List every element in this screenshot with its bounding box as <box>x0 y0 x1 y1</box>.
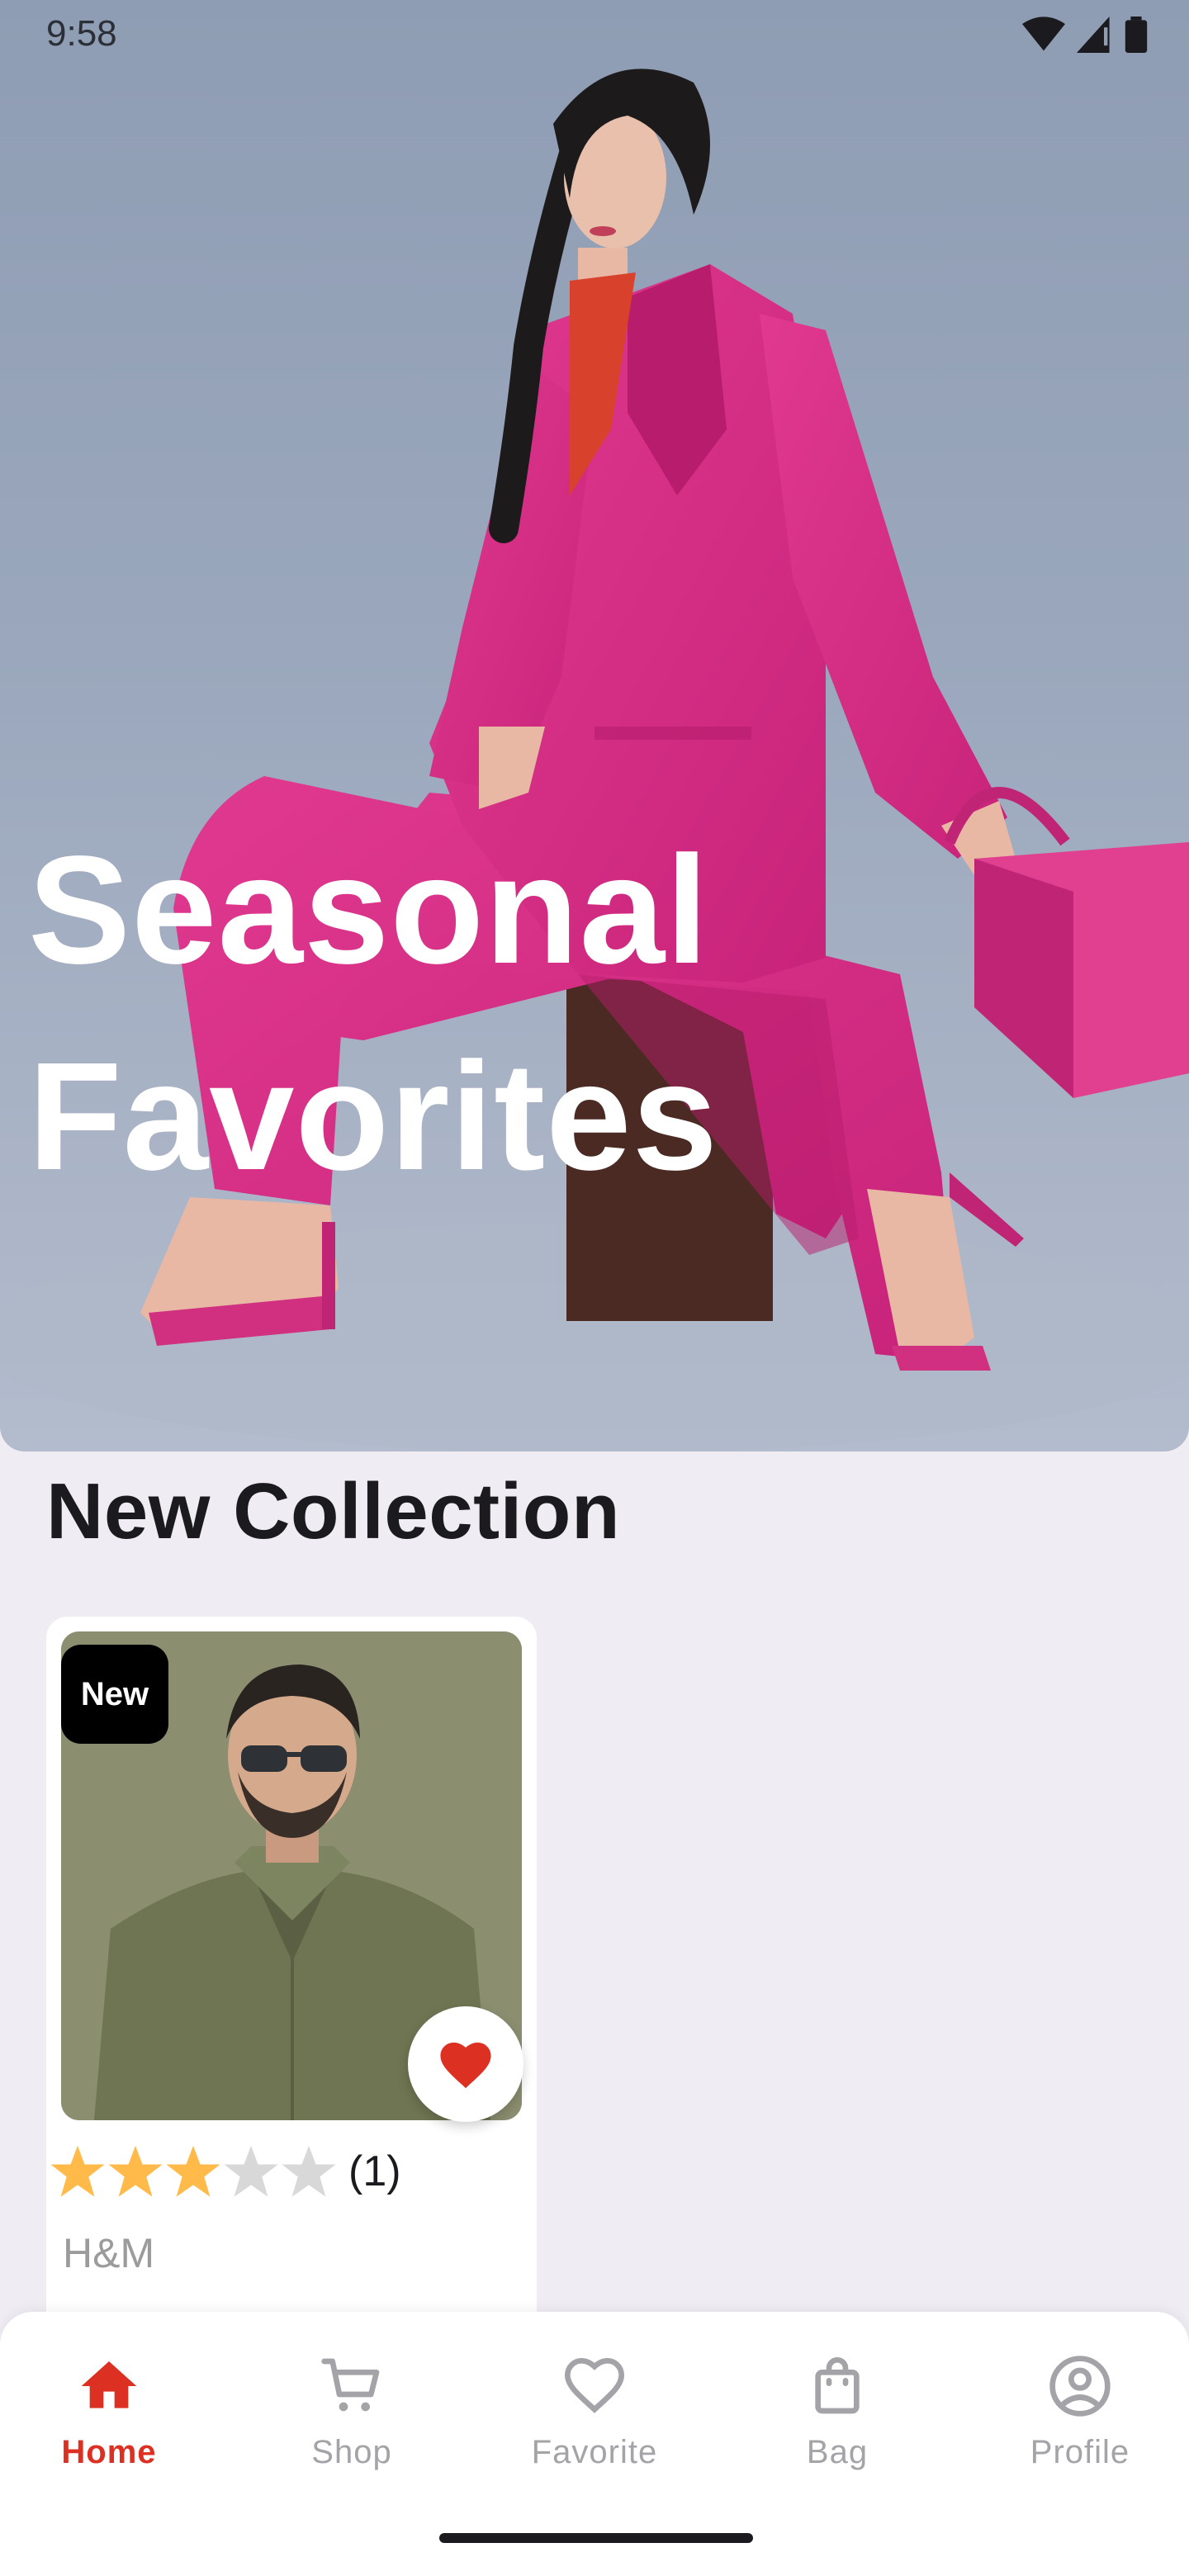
hero-title-line1: Seasonal <box>28 825 709 996</box>
star-filled-icon <box>166 2145 220 2197</box>
heart-outline-icon <box>564 2357 625 2413</box>
rating-count: (1) <box>348 2147 401 2195</box>
status-bar: 9:58 <box>0 0 1189 68</box>
status-icons <box>1022 17 1148 53</box>
bag-icon <box>815 2357 860 2414</box>
nav-label-profile: Profile <box>1030 2434 1130 2470</box>
nav-item-profile[interactable]: Profile <box>981 2353 1179 2518</box>
hero-banner[interactable]: 9:58 Seasonal Favorites <box>0 0 1189 1451</box>
new-badge: New <box>61 1645 168 1744</box>
nav-label-shop: Shop <box>311 2434 392 2470</box>
home-icon <box>81 2361 137 2408</box>
star-empty-icon <box>282 2145 336 2197</box>
heart-filled-icon <box>440 2042 491 2089</box>
status-time: 9:58 <box>46 13 117 54</box>
cart-icon <box>321 2358 380 2412</box>
wifi-icon <box>1022 17 1065 51</box>
star-filled-icon <box>50 2145 105 2197</box>
hero-title: Seasonal Favorites <box>28 807 936 1220</box>
nav-label-favorite: Favorite <box>531 2434 658 2470</box>
home-indicator[interactable] <box>439 2533 753 2543</box>
nav-item-bag[interactable]: Bag <box>738 2353 936 2518</box>
star-filled-icon <box>108 2145 163 2197</box>
section-title: New Collection <box>46 1467 621 1556</box>
battery-icon <box>1125 17 1148 53</box>
hero-photo <box>0 69 1189 1451</box>
product-brand: H&M <box>63 2230 155 2276</box>
nav-label-bag: Bag <box>806 2434 869 2470</box>
nav-label-home: Home <box>61 2434 157 2470</box>
nav-item-home[interactable]: Home <box>10 2353 208 2518</box>
signal-icon <box>1077 17 1110 53</box>
product-rating: (1) <box>50 2143 401 2200</box>
star-empty-icon <box>224 2145 278 2197</box>
profile-icon <box>1049 2356 1111 2417</box>
nav-item-shop[interactable]: Shop <box>253 2353 451 2518</box>
app-screen: 9:58 Seasonal Favorites New Collection N… <box>0 0 1189 2576</box>
nav-item-favorite[interactable]: Favorite <box>495 2353 694 2518</box>
hero-title-line2: Favorites <box>28 1031 719 1202</box>
favorite-button[interactable] <box>408 2006 523 2122</box>
